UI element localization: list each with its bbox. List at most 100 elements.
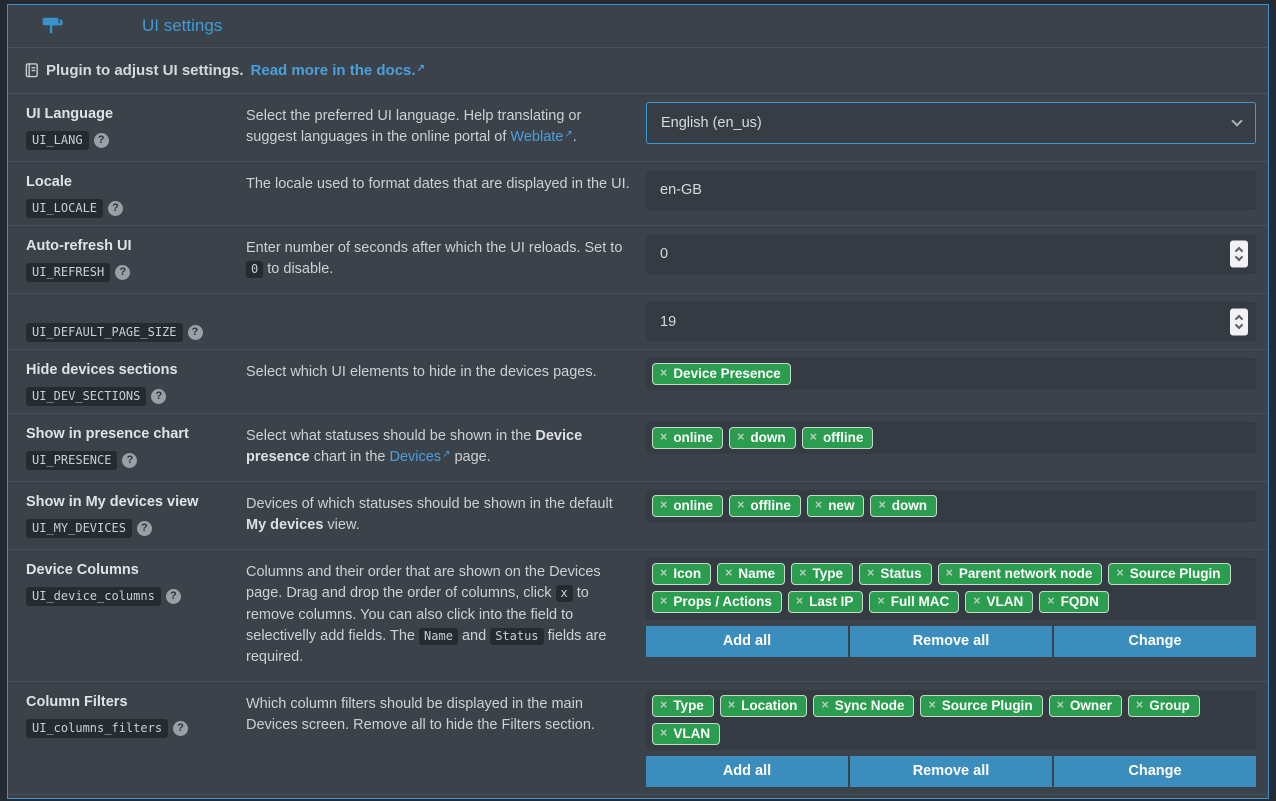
- remove-all-button[interactable]: Remove all: [850, 756, 1052, 787]
- remove-tag-icon[interactable]: ×: [660, 499, 667, 512]
- setting-row-shown-cards: Tiles to Show UI_shown_cards? Which tile…: [8, 795, 1268, 799]
- tag-vlan[interactable]: ×VLAN: [652, 723, 720, 745]
- remove-tag-icon[interactable]: ×: [878, 499, 885, 512]
- external-link-icon: ↗: [417, 63, 425, 74]
- change-button[interactable]: Change: [1054, 756, 1256, 787]
- tag-group[interactable]: × Group: [1128, 695, 1200, 717]
- tag-label: Group: [1149, 698, 1190, 713]
- remove-tag-icon[interactable]: ×: [815, 499, 822, 512]
- ui-language-select[interactable]: English (en_us): [646, 102, 1256, 144]
- tag-label: Source Plugin: [1130, 566, 1221, 581]
- tag-type[interactable]: ×Type: [791, 563, 853, 585]
- remove-tag-icon[interactable]: ×: [821, 699, 828, 712]
- tag-label: FQDN: [1061, 594, 1099, 609]
- setting-label: Show in My devices view: [26, 494, 234, 510]
- setting-code: UI_DEFAULT_PAGE_SIZE: [26, 323, 183, 342]
- remove-tag-icon[interactable]: ×: [737, 499, 744, 512]
- add-all-button[interactable]: Add all: [646, 626, 848, 657]
- tag-fqdn[interactable]: × FQDN: [1039, 591, 1109, 613]
- column-filters-tag-field[interactable]: ×Type×Location×Sync Node×Source Plugin×O…: [646, 690, 1256, 750]
- plugin-note: Plugin to adjust UI settings. Read more …: [8, 48, 1268, 94]
- tag-location[interactable]: ×Location: [720, 695, 808, 717]
- help-icon[interactable]: ?: [137, 521, 152, 536]
- tag-owner[interactable]: ×Owner: [1049, 695, 1122, 717]
- book-icon: [25, 63, 39, 78]
- help-icon[interactable]: ?: [188, 325, 203, 340]
- remove-tag-icon[interactable]: ×: [928, 699, 935, 712]
- tag-icon[interactable]: ×Icon: [652, 563, 711, 585]
- remove-tag-icon[interactable]: ×: [796, 595, 803, 608]
- tag-device-presence[interactable]: ×Device Presence: [652, 363, 791, 385]
- help-icon[interactable]: ?: [151, 389, 166, 404]
- spin-down-icon[interactable]: [1235, 253, 1243, 261]
- remove-tag-icon[interactable]: ×: [660, 431, 667, 444]
- page-size-input[interactable]: 19: [646, 302, 1256, 342]
- tag-offline[interactable]: ×offline: [729, 495, 801, 517]
- remove-tag-icon[interactable]: ×: [1057, 699, 1064, 712]
- spin-down-icon[interactable]: [1235, 321, 1243, 329]
- remove-tag-icon[interactable]: ×: [660, 699, 667, 712]
- remove-tag-icon[interactable]: ×: [946, 567, 953, 580]
- setting-row-my-devices: Show in My devices view UI_MY_DEVICES? D…: [8, 482, 1268, 550]
- tag-offline[interactable]: ×offline: [802, 427, 874, 449]
- device-columns-tag-field[interactable]: ×Icon×Name×Type×Status×Parent network no…: [646, 558, 1256, 620]
- setting-code: UI_REFRESH: [26, 263, 110, 282]
- help-icon[interactable]: ?: [166, 589, 181, 604]
- remove-tag-icon[interactable]: ×: [728, 699, 735, 712]
- setting-label: Show in presence chart: [26, 426, 234, 442]
- change-button[interactable]: Change: [1054, 626, 1256, 657]
- remove-tag-icon[interactable]: ×: [810, 431, 817, 444]
- tag-online[interactable]: ×online: [652, 427, 723, 449]
- tag-down[interactable]: ×down: [729, 427, 796, 449]
- help-icon[interactable]: ?: [94, 133, 109, 148]
- remove-tag-icon[interactable]: ×: [660, 595, 667, 608]
- remove-tag-icon[interactable]: ×: [1136, 699, 1143, 712]
- remove-tag-icon[interactable]: ×: [737, 431, 744, 444]
- help-icon[interactable]: ?: [115, 265, 130, 280]
- my-devices-statuses-tag-field[interactable]: ×online ×offline ×new×down: [646, 490, 1256, 522]
- setting-description: The locale used to format dates that are…: [242, 169, 646, 200]
- help-icon[interactable]: ?: [173, 721, 188, 736]
- remove-tag-icon[interactable]: ×: [867, 567, 874, 580]
- tag-last-ip[interactable]: ×Last IP: [788, 591, 864, 613]
- tag-type[interactable]: ×Type: [652, 695, 714, 717]
- presence-statuses-tag-field[interactable]: ×online ×down ×offline: [646, 422, 1256, 454]
- number-spinner[interactable]: [1230, 308, 1248, 335]
- setting-code: UI_columns_filters: [26, 719, 168, 738]
- tag-vlan[interactable]: ×VLAN: [965, 591, 1033, 613]
- tag-new[interactable]: ×new: [807, 495, 865, 517]
- help-icon[interactable]: ?: [122, 453, 137, 468]
- tag-sync-node[interactable]: × Sync Node: [813, 695, 914, 717]
- tag-online[interactable]: ×online: [652, 495, 723, 517]
- locale-input[interactable]: en-GB: [646, 170, 1256, 210]
- tag-source-plugin[interactable]: × Source Plugin: [1108, 563, 1230, 585]
- tag-name[interactable]: × Name: [717, 563, 785, 585]
- remove-tag-icon[interactable]: ×: [973, 595, 980, 608]
- tag-full-mac[interactable]: ×Full MAC: [869, 591, 959, 613]
- remove-tag-icon[interactable]: ×: [725, 567, 732, 580]
- tag-props-actions[interactable]: ×Props / Actions: [652, 591, 782, 613]
- dev-sections-tag-field[interactable]: ×Device Presence: [646, 358, 1256, 390]
- tag-label: Sync Node: [835, 698, 905, 713]
- remove-tag-icon[interactable]: ×: [1047, 595, 1054, 608]
- remove-tag-icon[interactable]: ×: [660, 367, 667, 380]
- tag-label: Name: [738, 566, 775, 581]
- docs-link[interactable]: Read more in the docs.↗: [251, 62, 425, 79]
- remove-tag-icon[interactable]: ×: [660, 727, 667, 740]
- weblate-link[interactable]: Weblate: [510, 129, 563, 145]
- remove-tag-icon[interactable]: ×: [660, 567, 667, 580]
- add-all-button[interactable]: Add all: [646, 756, 848, 787]
- tag-parent-network-node[interactable]: ×Parent network node: [938, 563, 1103, 585]
- remove-tag-icon[interactable]: ×: [1116, 567, 1123, 580]
- remove-all-button[interactable]: Remove all: [850, 626, 1052, 657]
- remove-tag-icon[interactable]: ×: [799, 567, 806, 580]
- tag-down[interactable]: ×down: [870, 495, 937, 517]
- tag-source-plugin[interactable]: ×Source Plugin: [920, 695, 1042, 717]
- devices-link[interactable]: Devices: [389, 449, 441, 465]
- number-spinner[interactable]: [1230, 240, 1248, 267]
- refresh-seconds-input[interactable]: 0: [646, 234, 1256, 274]
- remove-tag-icon[interactable]: ×: [877, 595, 884, 608]
- tag-status[interactable]: ×Status: [859, 563, 932, 585]
- help-icon[interactable]: ?: [108, 201, 123, 216]
- page-title: UI settings: [142, 16, 222, 36]
